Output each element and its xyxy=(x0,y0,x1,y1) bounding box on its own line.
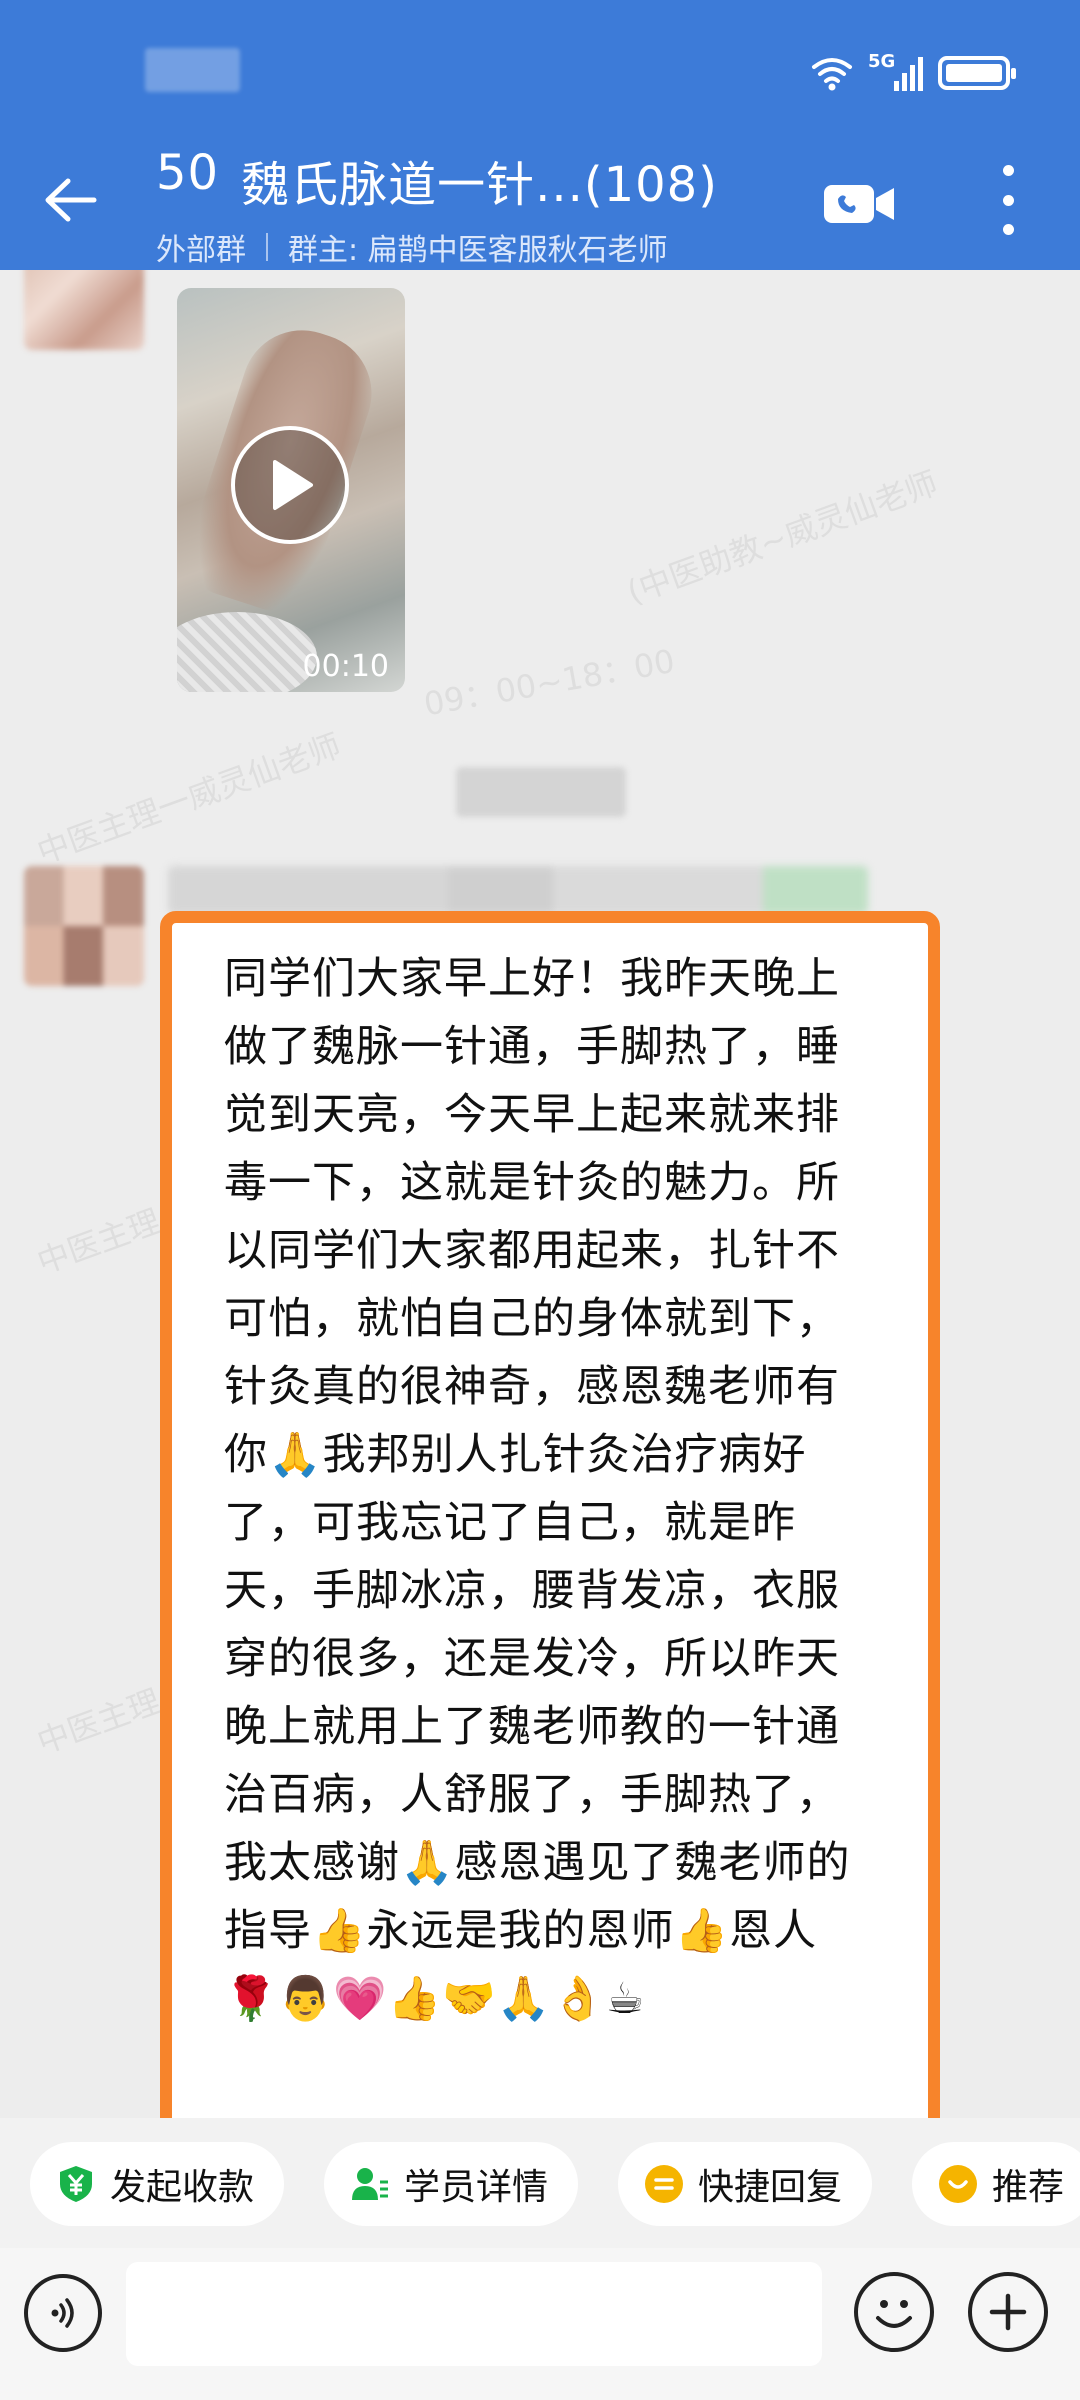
status-bar-time-blurred xyxy=(145,48,240,92)
watermark-text: 09：00~18：00 xyxy=(421,641,678,724)
start-payment-button[interactable]: 发起收款 xyxy=(30,2142,285,2226)
more-functions-button[interactable] xyxy=(968,2272,1048,2352)
quick-reply-icon xyxy=(644,2164,684,2204)
message-text: 同学们大家早上好！我昨天晚上做了魏脉一针通，手脚热了，睡觉到天亮，今天早上起来就… xyxy=(224,954,851,2024)
group-owner-label: 群主: 扁鹊中医客服秋石老师 xyxy=(288,233,668,268)
watermark-text: 中医主理 xyxy=(32,1201,166,1282)
student-details-label: 学员详情 xyxy=(404,2167,549,2208)
sender-name-blurred xyxy=(168,866,868,914)
group-prefix: 50 xyxy=(156,145,220,201)
quick-action-bar: 发起收款 学员详情 快捷回复 推荐 xyxy=(0,2118,1080,2248)
recommend-icon xyxy=(938,2164,978,2204)
emoji-icon xyxy=(876,2300,912,2328)
more-options-button[interactable] xyxy=(990,165,1026,235)
video-message[interactable]: 00:10 xyxy=(177,288,405,692)
battery-icon xyxy=(938,56,1016,90)
chat-title-area[interactable]: 50 魏氏脉道一针...(108) 外部群 群主: 扁鹊中医客服秋石老师 xyxy=(156,145,776,269)
video-camera-icon xyxy=(824,185,894,223)
group-subtitle: 外部群 群主: 扁鹊中医客服秋石老师 xyxy=(156,225,776,269)
status-bar-icons: 5G xyxy=(810,48,1016,98)
chat-header: 5G 50 魏氏脉道一针...(108) 外部群 群主: 扁鹊中医客服秋石老师 xyxy=(0,0,1080,270)
sender-avatar[interactable] xyxy=(24,866,144,986)
video-duration: 00:10 xyxy=(302,649,389,684)
back-arrow-icon xyxy=(45,178,97,222)
message-timestamp-blurred xyxy=(456,767,626,817)
student-details-button[interactable]: 学员详情 xyxy=(324,2142,579,2226)
watermark-text: 中医主理一威灵仙老师 xyxy=(32,726,346,872)
quick-reply-button[interactable]: 快捷回复 xyxy=(618,2142,873,2226)
back-button[interactable] xyxy=(38,168,102,232)
recommend-button[interactable]: 推荐 xyxy=(912,2142,1080,2226)
watermark-text: 中医主理 xyxy=(32,1681,166,1762)
start-payment-label: 发起收款 xyxy=(110,2167,255,2208)
quick-reply-label: 快捷回复 xyxy=(698,2167,843,2208)
message-input[interactable] xyxy=(126,2262,822,2366)
group-type-label: 外部群 xyxy=(156,233,246,268)
payment-yuan-icon xyxy=(56,2164,96,2204)
play-icon xyxy=(273,460,313,510)
student-profile-icon xyxy=(350,2164,390,2204)
recommend-label: 推荐 xyxy=(992,2167,1065,2208)
more-vertical-icon xyxy=(1002,165,1014,176)
sender-avatar[interactable] xyxy=(24,270,144,350)
plus-icon xyxy=(989,2293,1027,2331)
text-message-bubble[interactable]: 同学们大家早上好！我昨天晚上做了魏脉一针通，手脚热了，睡觉到天亮，今天早上起来就… xyxy=(160,911,940,2120)
wifi-icon xyxy=(812,58,852,91)
signal-icon: 5G xyxy=(868,51,924,95)
emoji-button[interactable] xyxy=(854,2272,934,2352)
play-button[interactable] xyxy=(231,426,349,544)
group-name: 魏氏脉道一针...(108) xyxy=(241,157,718,213)
message-input-bar xyxy=(0,2248,1080,2400)
chat-message-list[interactable]: (中医助教~威灵仙老师 09：00~18：00 中医主理一威灵仙老师 中医主理 … xyxy=(0,270,1080,2120)
subtitle-divider xyxy=(266,233,268,261)
watermark-text: (中医助教~威灵仙老师 xyxy=(622,463,943,612)
voice-icon xyxy=(51,2298,74,2328)
voice-input-button[interactable] xyxy=(24,2274,102,2352)
group-title: 50 魏氏脉道一针...(108) xyxy=(156,145,776,215)
video-call-button[interactable] xyxy=(820,173,900,233)
